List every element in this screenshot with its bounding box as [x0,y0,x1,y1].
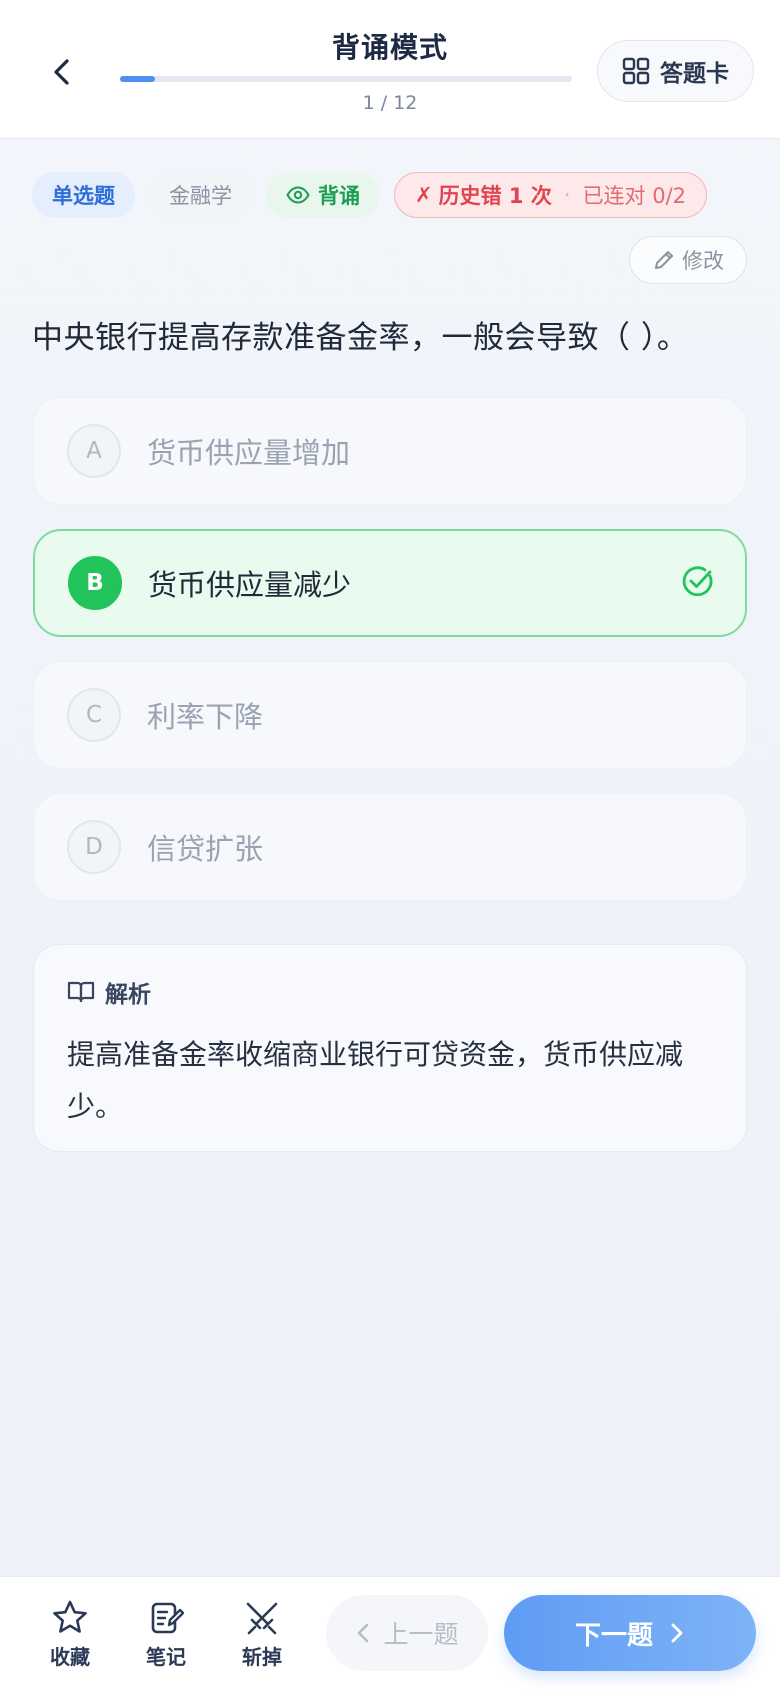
bottom-toolbar: 收藏 笔记 斩掉 上一题 下一题 [0,1576,780,1689]
progress-fill [120,76,155,82]
option-letter: C [67,688,121,742]
history-badge: ✗ 历史错 1 次 · 已连对 0/2 [394,172,708,218]
answer-card-button[interactable]: 答题卡 [597,40,754,102]
mode-badge-label: 背诵 [318,184,360,208]
analysis-header: 解析 [67,975,151,1009]
analysis-heading: 解析 [105,982,151,1008]
crossed-swords-icon [246,1602,278,1635]
history-streak-text: 已连对 0/2 [582,184,687,208]
note-edit-icon [151,1602,185,1634]
option-text: 货币供应量减少 [148,568,352,602]
eye-icon [286,186,310,204]
option-letter: A [67,424,121,478]
pencil-icon [655,251,673,269]
note-button[interactable]: 笔记 [126,1599,206,1670]
next-label: 下一题 [574,1620,653,1651]
check-circle-icon [682,566,713,597]
question-text: 中央银行提高存款准备金率，一般会导致（ ）。 [32,320,689,356]
book-icon [67,981,95,1003]
favorite-label: 收藏 [50,1645,90,1669]
next-question-button[interactable]: 下一题 [504,1595,756,1671]
previous-label: 上一题 [383,1620,459,1649]
top-header: 背诵模式 1 / 12 答题卡 [0,0,780,139]
history-wrong-text: 历史错 1 次 [438,184,552,208]
analysis-card: 解析 提高准备金率收缩商业银行可贷资金，货币供应减少。 [33,944,747,1152]
option-d[interactable]: D 信贷扩张 [33,793,747,901]
subject-badge: 金融学 [149,172,252,218]
answer-card-label: 答题卡 [660,61,729,87]
grid-icon [622,57,650,85]
option-text: 信贷扩张 [147,832,264,866]
history-separator: · [563,183,571,207]
favorite-button[interactable]: 收藏 [30,1599,110,1670]
option-letter: D [67,820,121,874]
option-text: 货币供应量增加 [147,436,351,470]
option-c[interactable]: C 利率下降 [33,661,747,769]
edit-button[interactable]: 修改 [629,236,747,284]
remove-label: 斩掉 [242,1645,282,1669]
option-letter: B [68,556,122,610]
progress-bar [120,76,572,82]
question-tags: 单选题 金融学 背诵 ✗ 历史错 1 次 · 已连对 0/2 [32,172,708,218]
mode-badge: 背诵 [266,172,380,218]
chevron-right-icon [671,1623,683,1643]
option-a[interactable]: A 货币供应量增加 [33,397,747,505]
remove-button[interactable]: 斩掉 [222,1599,302,1670]
option-b[interactable]: B 货币供应量减少 [33,529,747,637]
star-icon [53,1600,87,1633]
question-type-badge: 单选题 [32,172,135,218]
previous-question-button[interactable]: 上一题 [326,1595,488,1671]
edit-label: 修改 [682,249,724,273]
option-text: 利率下降 [147,700,264,734]
note-label: 笔记 [146,1645,186,1669]
chevron-left-icon [358,1623,369,1643]
cross-icon: ✗ [415,183,433,207]
analysis-text: 提高准备金率收缩商业银行可贷资金，货币供应减少。 [67,1038,684,1123]
